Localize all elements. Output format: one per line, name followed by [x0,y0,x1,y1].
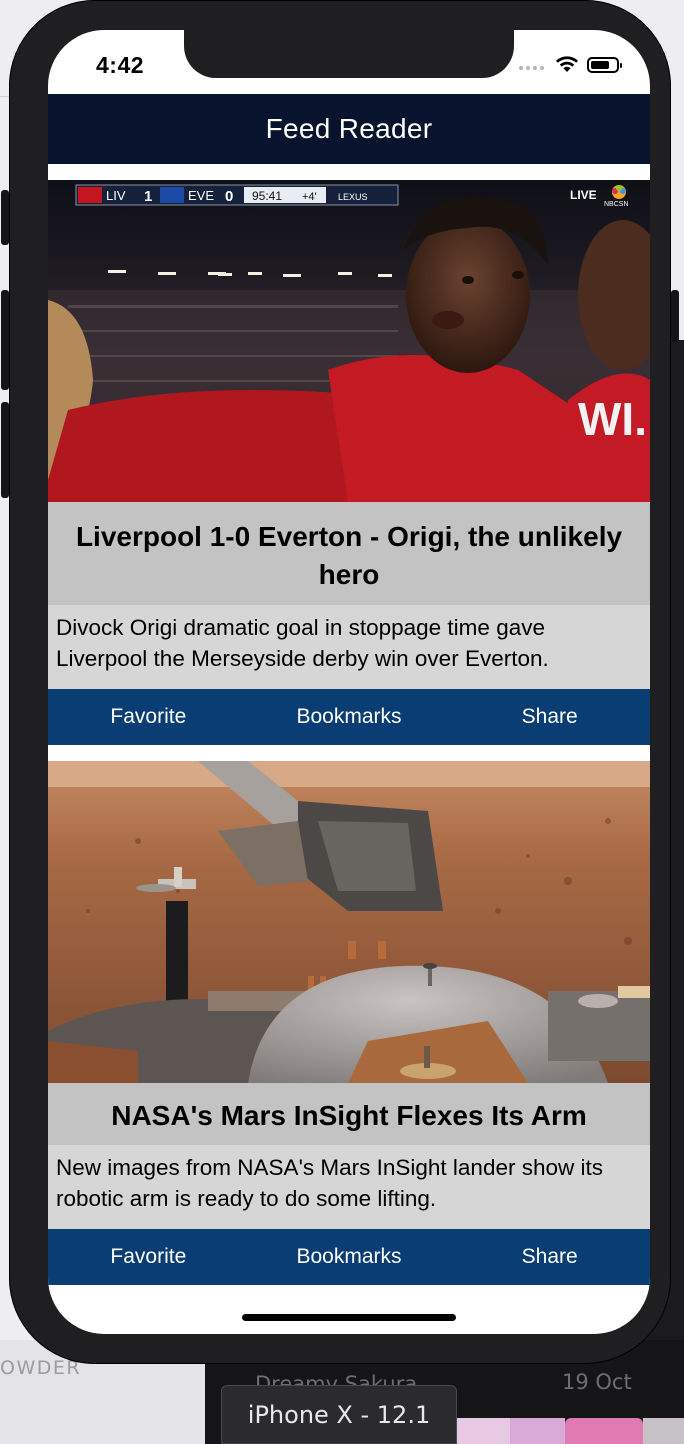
mars-lander-photo[interactable] [48,761,650,1083]
live-label: LIVE [570,188,597,202]
simulator-device-label: iPhone X - 12.1 [221,1385,457,1444]
battery-icon [587,57,622,73]
card-image-illustration [48,761,650,1083]
status-time: 4:42 [96,52,145,78]
football-match-photo[interactable]: WI. LIV 1 EVE 0 95:41 +4' LEXUS LIVE NBC… [48,180,650,502]
card-description: Divock Origi dramatic goal in stoppage t… [48,605,650,689]
device-screen: 4:42 Feed Reader WI. LIV 1 EVE 0 95:41 +… [48,30,650,1334]
card-action-bar: Favorite Bookmarks Share [48,1229,650,1285]
score-home: LIV [106,188,126,203]
power-button [671,290,679,342]
cellular-signal-icon [519,66,544,70]
color-swatch [565,1418,643,1444]
score-away-value: 0 [225,188,233,205]
score-away: EVE [188,188,214,203]
scoreboard: LIV 1 EVE 0 95:41 +4' LEXUS [75,184,399,206]
volume-up-button [1,290,9,390]
share-button[interactable]: Share [449,1245,650,1269]
color-swatch [643,1418,684,1444]
score-sponsor: LEXUS [338,192,368,202]
svg-text:WI.: WI. [578,393,647,445]
feed-card[interactable]: WI. LIV 1 EVE 0 95:41 +4' LEXUS LIVE NBC… [48,180,650,745]
score-home-value: 1 [144,188,152,205]
card-title: NASA's Mars InSight Flexes Its Arm [48,1083,650,1145]
share-button[interactable]: Share [449,705,650,729]
score-added-time: +4' [302,191,317,203]
nav-bar: Feed Reader [48,94,650,164]
color-swatch [510,1418,565,1444]
home-indicator[interactable] [242,1314,456,1321]
feed-card[interactable]: NASA's Mars InSight Flexes Its Arm New i… [48,761,650,1285]
card-image-illustration: WI. LIV 1 EVE 0 95:41 +4' LEXUS LIVE NBC… [48,180,650,502]
notch [184,30,514,78]
card-description: New images from NASA's Mars InSight land… [48,1145,650,1229]
feed-list[interactable]: WI. LIV 1 EVE 0 95:41 +4' LEXUS LIVE NBC… [48,164,650,1285]
favorite-button[interactable]: Favorite [48,705,249,729]
mute-switch [1,190,9,245]
bookmarks-button[interactable]: Bookmarks [249,705,450,729]
network-logo: NBCSN [604,201,629,208]
card-action-bar: Favorite Bookmarks Share [48,689,650,745]
volume-down-button [1,402,9,498]
bookmarks-button[interactable]: Bookmarks [249,1245,450,1269]
score-clock: 95:41 [252,189,282,203]
background-text: OWDER [0,1357,82,1379]
nav-title: Feed Reader [265,113,433,144]
color-swatch [455,1418,510,1444]
card-title: Liverpool 1-0 Everton - Origi, the unlik… [48,502,650,605]
background-list-date: 19 Oct [562,1370,632,1394]
wifi-icon [556,56,578,72]
favorite-button[interactable]: Favorite [48,1245,249,1269]
iphone-frame: 4:42 Feed Reader WI. LIV 1 EVE 0 95:41 +… [9,0,671,1364]
nbc-peacock-icon [612,185,626,199]
